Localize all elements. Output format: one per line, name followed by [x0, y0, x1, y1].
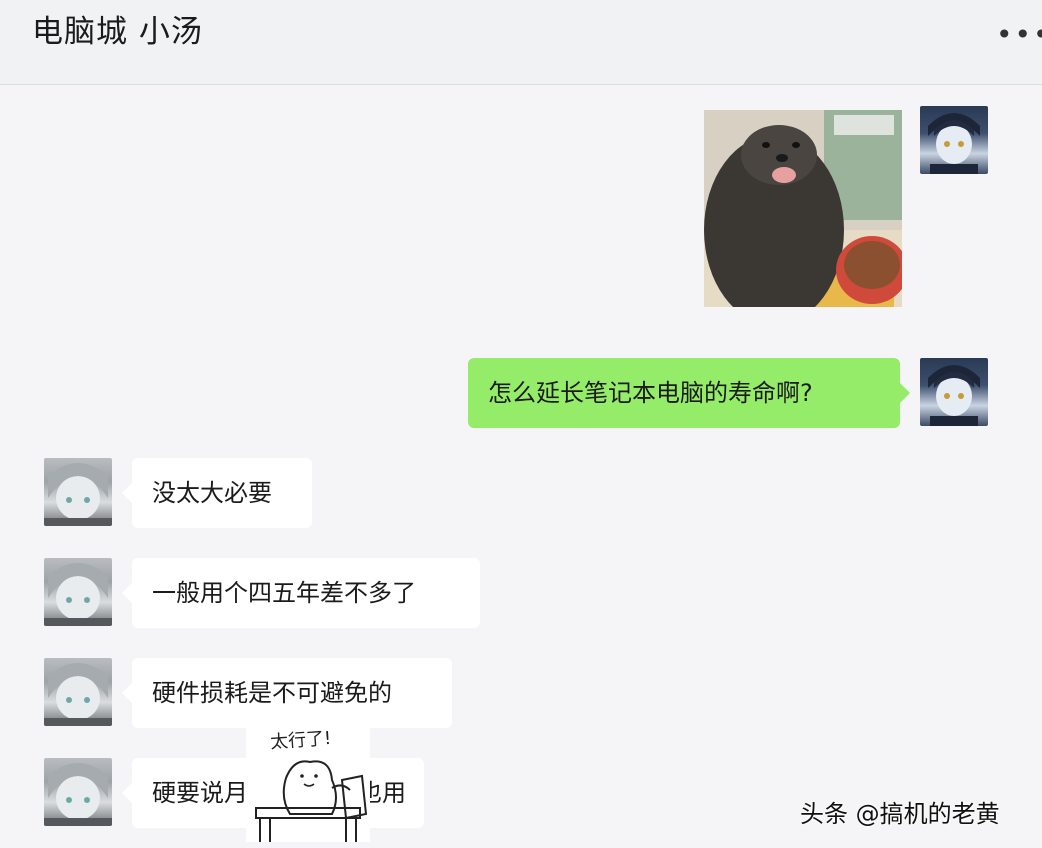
sticker-image[interactable]: 太行了!: [246, 718, 370, 842]
chat-title: 电脑城 小汤: [32, 14, 203, 50]
contact-avatar[interactable]: [44, 758, 112, 826]
sent-message-bubble[interactable]: 怎么延长笔记本电脑的寿命啊?: [468, 358, 900, 428]
message-text: 怎么延长笔记本电脑的寿命啊?: [488, 379, 813, 407]
message-text: 一般用个四五年差不多了: [152, 579, 416, 607]
more-dots-icon[interactable]: •••: [996, 18, 1042, 51]
bubble-tail: [122, 683, 132, 703]
received-message-bubble[interactable]: 一般用个四五年差不多了: [132, 558, 480, 628]
message-text: 硬件损耗是不可避免的: [152, 679, 392, 707]
message-text: 硬要说月: [152, 779, 248, 807]
chat-header: 电脑城 小汤 •••: [0, 0, 1042, 85]
my-avatar[interactable]: [920, 106, 988, 174]
contact-avatar[interactable]: [44, 658, 112, 726]
bubble-tail: [122, 783, 132, 803]
contact-avatar[interactable]: [44, 558, 112, 626]
message-text: 没太大必要: [152, 479, 272, 507]
bubble-tail: [900, 383, 910, 403]
my-avatar[interactable]: [920, 358, 988, 426]
bubble-tail: [122, 483, 132, 503]
bubble-tail: [122, 583, 132, 603]
otter-photo[interactable]: [704, 110, 902, 307]
watermark: 头条 @搞机的老黄: [800, 800, 1000, 828]
contact-avatar[interactable]: [44, 458, 112, 526]
received-message-bubble[interactable]: 没太大必要: [132, 458, 312, 528]
